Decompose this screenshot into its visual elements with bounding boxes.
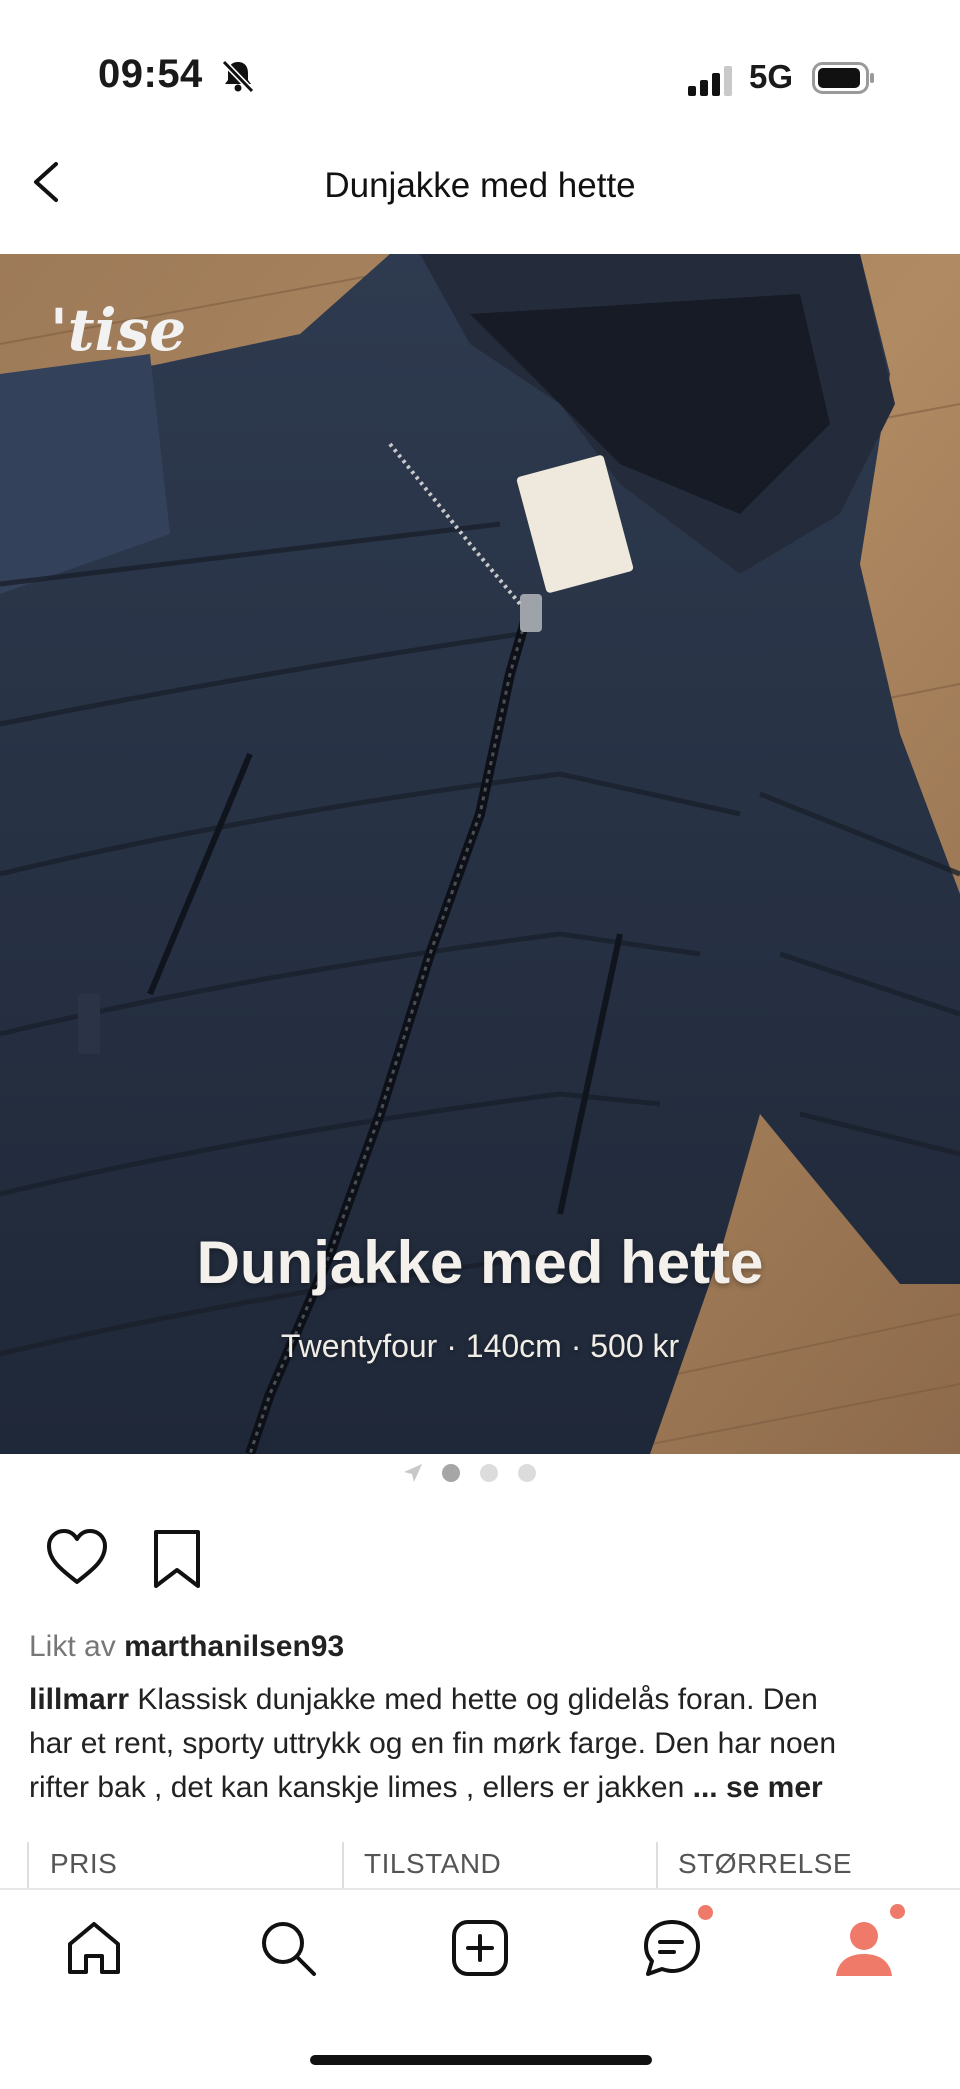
size-label: STØRRELSE [678,1848,853,1879]
description-line-1: Klassisk dunjakke med hette og glidelås … [137,1683,818,1716]
silent-bell-icon [221,59,255,94]
liked-by-text: Likt av marthanilsen93 [29,1630,344,1664]
home-indicator [310,2055,652,2065]
pager-dot-active[interactable] [442,1464,460,1482]
chat-icon[interactable] [640,1916,704,1980]
see-more-link[interactable]: ... se mer [693,1771,823,1804]
clock: 09:54 [98,52,203,96]
info-divider [656,1842,658,1892]
chat-notification-badge [698,1905,713,1920]
price-label: PRIS [50,1848,118,1879]
add-listing-icon[interactable] [448,1916,512,1980]
battery-icon [812,62,874,94]
location-arrow-icon [404,1464,422,1482]
bookmark-icon[interactable] [151,1528,203,1590]
seller-username[interactable]: lillmarr [29,1683,129,1716]
condition-label: TILSTAND [364,1848,502,1879]
home-icon[interactable] [62,1916,126,1980]
search-icon[interactable] [256,1916,320,1980]
profile-icon[interactable] [832,1916,896,1980]
photo-overlay-title: Dunjakke med hette [196,1229,764,1296]
profile-notification-badge [890,1904,905,1919]
heart-icon[interactable] [45,1528,109,1586]
description-line-3: rifter bak , det kan kanskje limes , ell… [29,1771,685,1804]
listing-description: lillmarr Klassisk dunjakke med hette og … [29,1678,934,1810]
status-bar: 09:54 5G [0,0,960,150]
liked-by-prefix: Likt av [29,1630,116,1663]
pager-dot[interactable] [480,1464,498,1482]
description-line-2: har et rent, sporty uttrykk og en fin mø… [29,1727,837,1760]
photo-overlay-subtitle: Twentyfour · 140cm · 500 kr [280,1328,680,1364]
network-type: 5G [749,58,794,95]
info-divider [342,1842,344,1892]
liked-by-user[interactable]: marthanilsen93 [124,1630,344,1663]
info-divider [27,1842,29,1892]
cellular-signal-icon [688,66,732,96]
page-title: Dunjakke med hette [324,166,636,205]
tise-watermark-logo: 'tise [50,296,187,364]
pager-dot[interactable] [518,1464,536,1482]
